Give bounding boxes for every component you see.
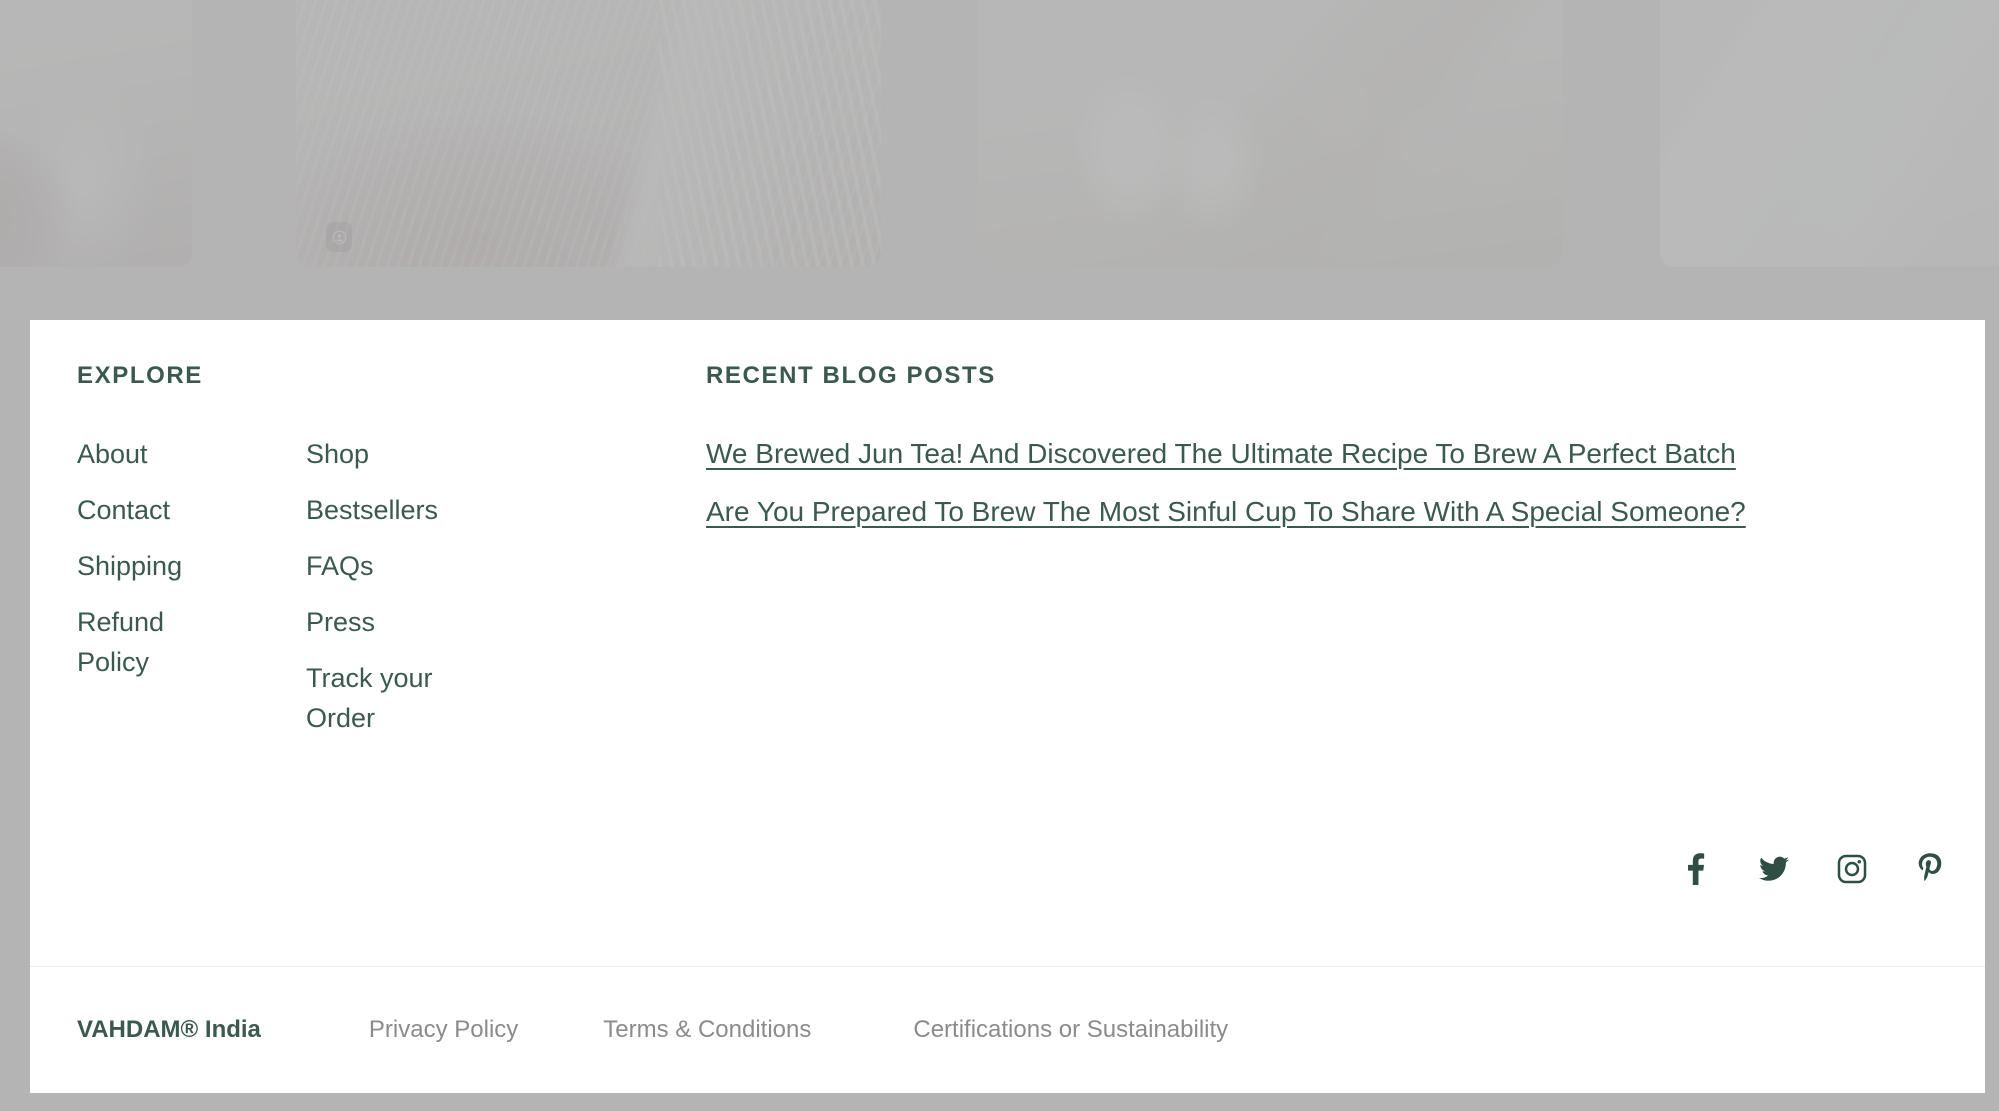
footer-main-area: EXPLORE About Contact Shipping Refund Po… — [30, 320, 1985, 967]
explore-column-2: Shop Bestsellers FAQs Press Track your O… — [306, 435, 536, 739]
blog-post-link-1[interactable]: We Brewed Jun Tea! And Discovered The Ul… — [706, 434, 1945, 474]
blog-heading: RECENT BLOG POSTS — [706, 362, 996, 389]
footer-link-faqs[interactable]: FAQs — [306, 547, 436, 587]
image-carousel-strip — [0, 0, 1999, 300]
user-circle-icon[interactable] — [326, 222, 352, 252]
footer-explore-section: EXPLORE About Contact Shipping Refund Po… — [77, 362, 637, 739]
explore-column-1: About Contact Shipping Refund Policy — [77, 435, 306, 739]
instagram-icon[interactable] — [1835, 852, 1869, 886]
explore-link-columns: About Contact Shipping Refund Policy Sho… — [77, 435, 637, 739]
tea-photo-3 — [978, 0, 1563, 267]
carousel-card-2[interactable] — [296, 0, 881, 267]
footer-link-contact[interactable]: Contact — [77, 491, 207, 531]
tea-photo-1 — [0, 0, 192, 267]
facebook-icon[interactable] — [1679, 852, 1713, 886]
pinterest-icon[interactable] — [1913, 852, 1947, 886]
footer-link-press[interactable]: Press — [306, 603, 436, 643]
footer-blog-section: RECENT BLOG POSTS We Brewed Jun Tea! And… — [706, 362, 1945, 532]
twitter-icon[interactable] — [1757, 852, 1791, 886]
legal-link-terms-and-conditions[interactable]: Terms & Conditions — [603, 1016, 811, 1044]
legal-link-vahdam-india[interactable]: VAHDAM® India — [77, 1016, 261, 1044]
footer-link-shop[interactable]: Shop — [306, 435, 436, 475]
footer-link-shipping[interactable]: Shipping — [77, 547, 207, 587]
footer-legal-bar: VAHDAM® India Privacy Policy Terms & Con… — [30, 967, 1985, 1093]
blog-post-list: We Brewed Jun Tea! And Discovered The Ul… — [706, 434, 1945, 532]
explore-heading: EXPLORE — [77, 362, 203, 389]
carousel-card-4[interactable] — [1660, 0, 1999, 267]
legal-link-certifications-or-sustainability[interactable]: Certifications or Sustainability — [913, 1016, 1228, 1044]
social-links-row — [1679, 852, 1947, 886]
site-footer: EXPLORE About Contact Shipping Refund Po… — [30, 320, 1985, 1093]
legal-link-privacy-policy[interactable]: Privacy Policy — [369, 1016, 518, 1044]
page-background-strip — [0, 1093, 1999, 1111]
carousel-card-1[interactable] — [0, 0, 192, 267]
footer-link-track-your-order[interactable]: Track your Order — [306, 659, 436, 739]
footer-link-bestsellers[interactable]: Bestsellers — [306, 491, 438, 531]
carousel-card-3[interactable] — [978, 0, 1563, 267]
tea-photo-4 — [1660, 0, 1999, 267]
tea-photo-2 — [296, 0, 881, 267]
footer-link-about[interactable]: About — [77, 435, 207, 475]
blog-post-link-2[interactable]: Are You Prepared To Brew The Most Sinful… — [706, 492, 1945, 532]
footer-link-refund-policy[interactable]: Refund Policy — [77, 603, 207, 683]
